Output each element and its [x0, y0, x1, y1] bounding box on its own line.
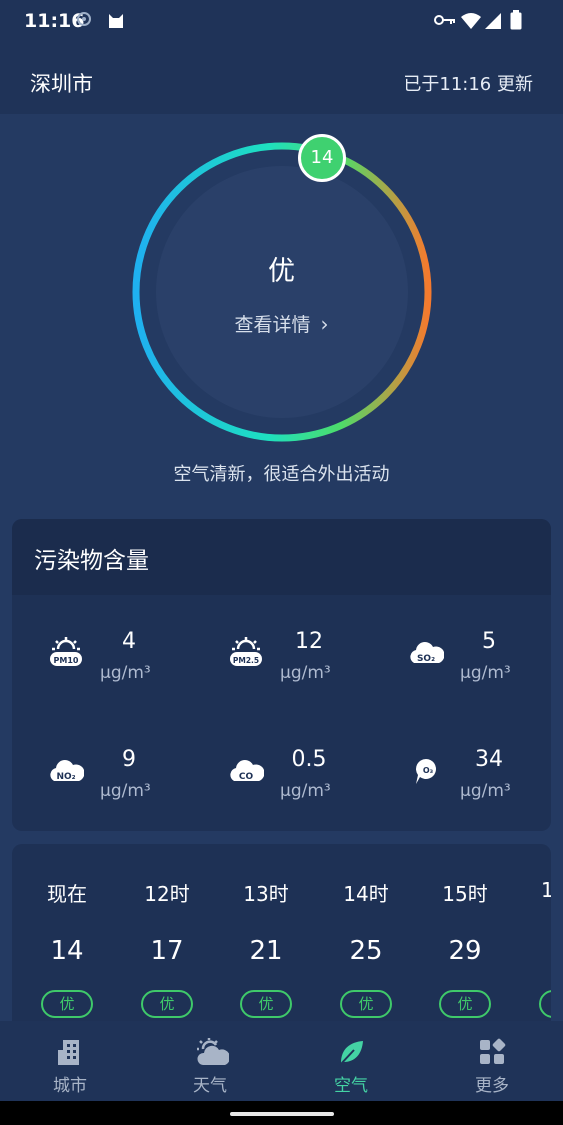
city-name[interactable]: 深圳市 — [30, 68, 93, 98]
battery-icon — [510, 10, 522, 30]
pollutant-so2: SO₂ 5 μg/m³ — [372, 619, 551, 699]
pollutant-unit: μg/m³ — [100, 663, 151, 683]
pollutant-card-header: 污染物含量 — [12, 519, 551, 595]
hourly-item: 12时 17 优 — [117, 844, 217, 1026]
svg-text:O₃: O₃ — [423, 766, 434, 775]
hourly-item: 现在 14 优 — [17, 844, 117, 1026]
air-advice: 空气清新，很适合外出活动 — [173, 464, 390, 485]
pollutant-unit: μg/m³ — [280, 663, 331, 683]
hourly-forecast[interactable]: 现在 14 优 12时 17 优 13时 21 优 14时 25 优 15时 2… — [12, 844, 551, 1026]
tab-more[interactable]: 更多 — [422, 1021, 562, 1101]
aqi-value-badge: 14 — [298, 134, 346, 182]
pm10-icon: PM10 — [50, 637, 82, 666]
tab-label: 更多 — [475, 1076, 509, 1096]
pollutant-o3: O₃ 34 μg/m³ — [372, 737, 551, 817]
apps-icon — [480, 1038, 506, 1064]
tab-air[interactable]: 空气 — [281, 1021, 421, 1101]
hour-level-badge — [539, 990, 551, 1018]
hour-level-badge: 优 — [41, 990, 93, 1018]
no2-icon: NO₂ — [50, 760, 84, 782]
tab-label: 空气 — [334, 1076, 368, 1096]
hour-aqi-value: 17 — [150, 936, 184, 966]
hour-aqi-value: 21 — [249, 936, 283, 966]
signal-icon — [485, 13, 501, 29]
vpn-key-icon — [434, 15, 455, 25]
svg-text:NO₂: NO₂ — [56, 772, 75, 782]
bottom-tab-bar: 城市 天气 空气 更多 — [0, 1021, 563, 1101]
hourly-item: 15时 29 优 — [415, 844, 515, 1026]
pollutant-unit: μg/m³ — [460, 663, 511, 683]
pollutant-unit: μg/m³ — [100, 781, 151, 801]
pollutant-value: 34 — [475, 747, 503, 772]
tab-weather[interactable]: 天气 — [140, 1021, 280, 1101]
hour-label: 15时 — [442, 882, 488, 906]
svg-text:PM10: PM10 — [54, 656, 79, 665]
leaf-icon — [339, 1041, 363, 1066]
pollutant-value: 12 — [295, 629, 323, 654]
pm25-icon: PM2.5 — [230, 637, 262, 666]
header: 深圳市 已于11:16 更新 — [0, 44, 563, 114]
co-icon: CO — [230, 760, 264, 782]
pollutant-unit: μg/m³ — [460, 781, 511, 801]
update-time: 已于11:16 更新 — [403, 74, 533, 95]
pollutant-value: 9 — [122, 747, 136, 772]
tab-label: 城市 — [53, 1076, 87, 1096]
pollutant-title: 污染物含量 — [34, 548, 149, 574]
view-details-link[interactable]: 查看详情 › — [0, 310, 563, 337]
tab-label: 天气 — [193, 1076, 227, 1096]
cloud-sun-icon — [197, 1038, 229, 1065]
aqi-level: 优 — [268, 256, 295, 287]
status-time: 11:16 — [24, 10, 85, 32]
svg-text:SO₂: SO₂ — [417, 654, 435, 664]
hour-level-badge: 优 — [439, 990, 491, 1018]
hour-aqi-value: 25 — [349, 936, 383, 966]
aqi-panel: 14 优 查看详情 › 空气清新，很适合外出活动 — [0, 114, 563, 518]
system-nav-bar — [0, 1101, 563, 1125]
tab-city[interactable]: 城市 — [0, 1021, 140, 1101]
status-bar: 11:16 — [0, 0, 563, 44]
pollutant-card: 污染物含量 PM10 4 μg/m³ PM2.5 12 μg/m³ SO₂ 5 … — [12, 519, 551, 831]
hour-level-badge: 优 — [340, 990, 392, 1018]
pollutant-no2: NO₂ 9 μg/m³ — [12, 737, 192, 817]
home-indicator[interactable] — [230, 1112, 334, 1116]
hourly-item: 14时 25 优 — [316, 844, 416, 1026]
hour-level-badge: 优 — [141, 990, 193, 1018]
hourly-item-partial: 1 — [515, 844, 551, 1026]
building-icon — [58, 1040, 79, 1065]
hour-label: 14时 — [343, 882, 389, 906]
hour-aqi-value: 14 — [50, 936, 84, 966]
pollutant-value: 0.5 — [291, 747, 327, 772]
hour-aqi-value: 29 — [448, 936, 482, 966]
pollutant-pm10: PM10 4 μg/m³ — [12, 619, 192, 699]
record-icon — [77, 12, 91, 26]
pollutant-co: CO 0.5 μg/m³ — [192, 737, 372, 817]
pollutant-value: 5 — [482, 629, 496, 654]
so2-icon: SO₂ — [410, 642, 444, 664]
hour-label: 1 — [541, 878, 551, 902]
chevron-right-icon: › — [320, 312, 329, 336]
hourly-item: 13时 21 优 — [216, 844, 316, 1026]
hour-level-badge: 优 — [240, 990, 292, 1018]
pollutant-value: 4 — [122, 629, 136, 654]
hour-label: 12时 — [144, 882, 190, 906]
view-details-label: 查看详情 — [234, 314, 311, 336]
pollutant-unit: μg/m³ — [280, 781, 331, 801]
wifi-icon — [461, 13, 481, 29]
pollutant-pm25: PM2.5 12 μg/m³ — [192, 619, 372, 699]
cat-app-icon — [109, 14, 123, 28]
hour-label: 现在 — [47, 882, 87, 906]
hour-label: 13时 — [243, 882, 289, 906]
svg-text:CO: CO — [239, 772, 254, 782]
o3-icon: O₃ — [416, 759, 436, 784]
svg-text:PM2.5: PM2.5 — [233, 656, 259, 665]
